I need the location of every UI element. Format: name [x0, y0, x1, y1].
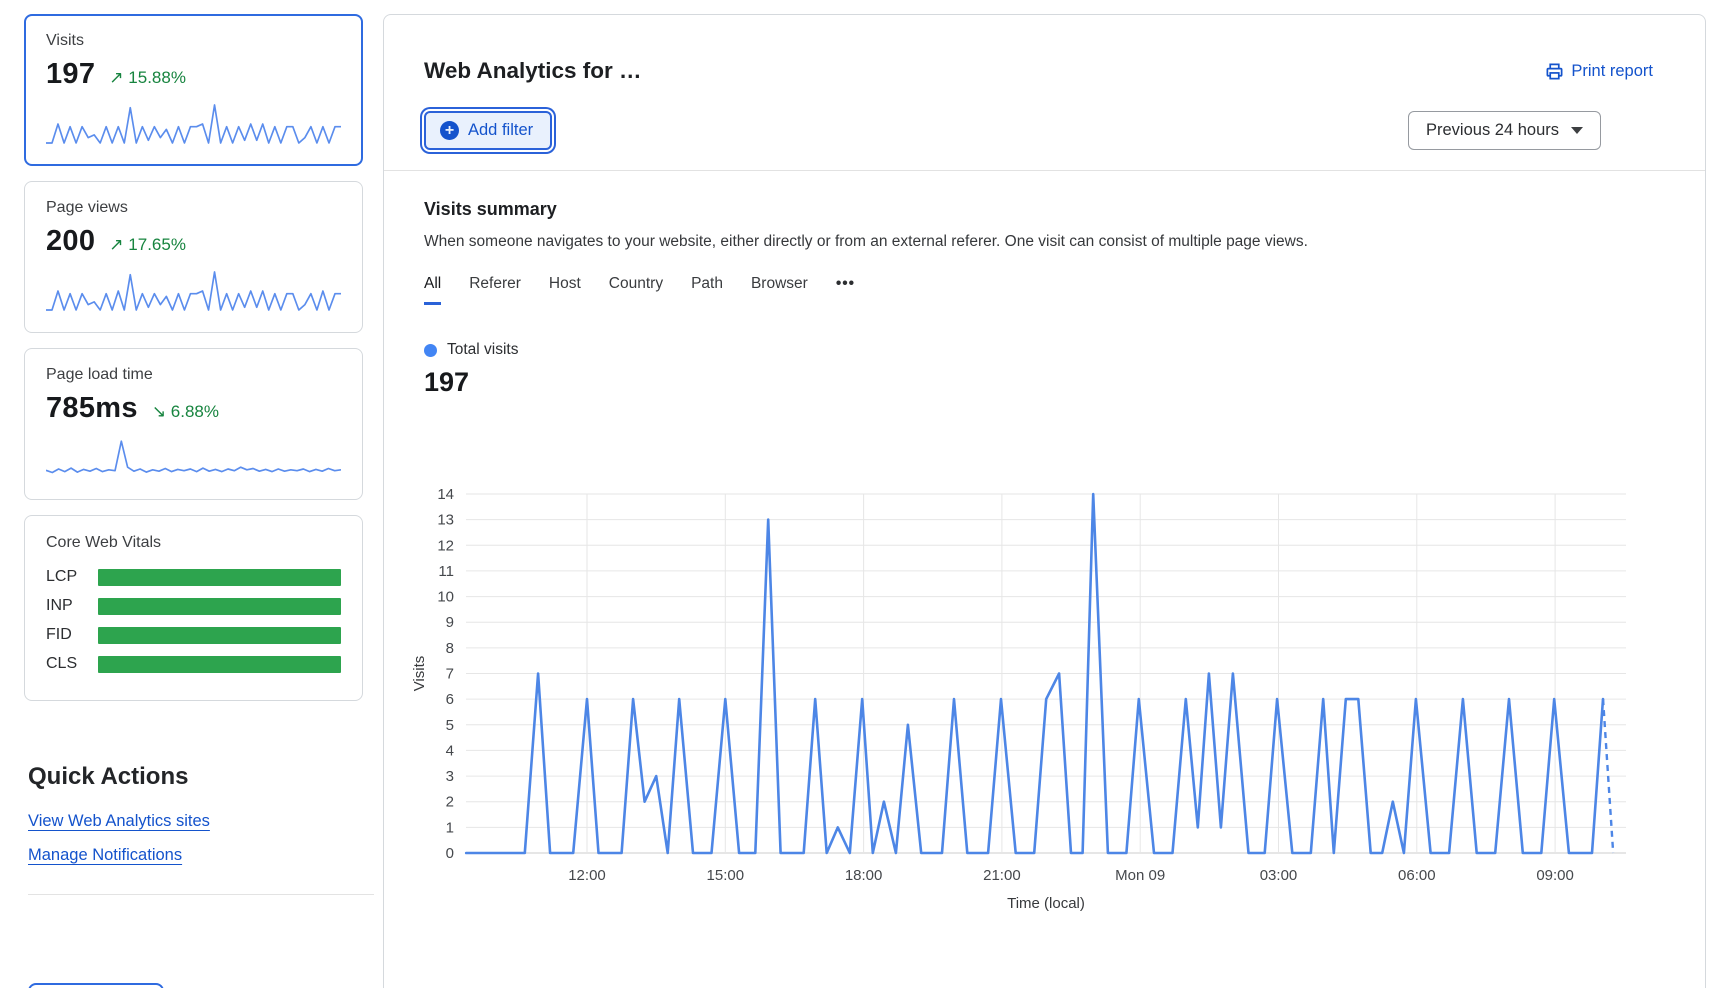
section-description: When someone navigates to your website, …: [424, 233, 1653, 251]
dimension-tabs: All Referer Host Country Path Browser ••…: [424, 275, 1653, 305]
svg-text:12: 12: [437, 537, 454, 554]
svg-text:Visits: Visits: [411, 656, 428, 692]
svg-text:11: 11: [438, 563, 454, 580]
print-report-link[interactable]: Print report: [1545, 62, 1653, 81]
printer-icon: [1545, 62, 1564, 81]
svg-text:5: 5: [446, 717, 454, 734]
web-analytics-dashboard: Visits 197 ↗ 15.88% Page views 200 ↗ 17.…: [0, 0, 1730, 988]
svg-text:6: 6: [446, 691, 454, 708]
chevron-down-icon: [1571, 127, 1583, 134]
view-web-analytics-sites-link[interactable]: View Web Analytics sites: [28, 813, 210, 830]
metric-value: 197: [46, 58, 95, 91]
svg-text:8: 8: [446, 640, 454, 657]
metric-card-visits[interactable]: Visits 197 ↗ 15.88%: [24, 14, 363, 166]
svg-text:03:00: 03:00: [1260, 867, 1298, 884]
cwv-label: FID: [46, 626, 98, 644]
total-visits-dot-icon: [424, 344, 437, 357]
metric-delta-up: ↗ 17.65%: [109, 235, 186, 255]
tab-browser[interactable]: Browser: [751, 275, 808, 305]
trend-up-icon: ↗: [109, 68, 123, 87]
svg-text:12:00: 12:00: [568, 867, 606, 884]
metrics-sidebar: Visits 197 ↗ 15.88% Page views 200 ↗ 17.…: [24, 14, 363, 895]
analytics-panel: Web Analytics for … Print report + Add f…: [383, 14, 1706, 988]
filter-toolbar: + Add filter Previous 24 hours: [424, 111, 1653, 150]
metric-card-page-views[interactable]: Page views 200 ↗ 17.65%: [24, 181, 363, 333]
metric-title: Visits: [46, 32, 341, 50]
metric-card-page-load-time[interactable]: Page load time 785ms ↘ 6.88%: [24, 348, 363, 500]
cwv-bar-good: [98, 656, 341, 673]
metric-delta-up: ↗ 15.88%: [109, 68, 186, 88]
cwv-row-fid: FID: [46, 626, 341, 644]
cwv-row-inp: INP: [46, 597, 341, 615]
svg-text:10: 10: [437, 589, 454, 606]
tab-host[interactable]: Host: [549, 275, 581, 305]
legend-label: Total visits: [447, 341, 519, 359]
svg-text:0: 0: [446, 845, 454, 862]
tab-path[interactable]: Path: [691, 275, 723, 305]
svg-text:06:00: 06:00: [1398, 867, 1436, 884]
svg-text:1: 1: [446, 819, 454, 836]
tab-referer[interactable]: Referer: [469, 275, 521, 305]
svg-text:15:00: 15:00: [707, 867, 745, 884]
next-card-top-edge: [28, 983, 164, 988]
more-tabs-icon[interactable]: •••: [836, 275, 855, 305]
svg-text:Time (local): Time (local): [1007, 895, 1085, 912]
svg-text:21:00: 21:00: [983, 867, 1021, 884]
chart-container: 0123456789101112131412:0015:0018:0021:00…: [404, 416, 1653, 916]
metric-delta-down: ↘ 6.88%: [152, 402, 219, 422]
svg-text:3: 3: [446, 768, 454, 785]
visits-summary-section: Visits summary When someone navigates to…: [384, 171, 1705, 916]
visits-sparkline: [46, 101, 341, 145]
add-filter-button[interactable]: + Add filter: [424, 111, 552, 150]
svg-text:14: 14: [437, 486, 454, 503]
metric-value: 785ms: [46, 392, 138, 425]
page-views-sparkline: [46, 268, 341, 312]
sidebar-divider: [28, 894, 374, 895]
svg-text:Mon 09: Mon 09: [1115, 867, 1165, 884]
svg-text:9: 9: [446, 614, 454, 631]
cwv-bar-good: [98, 598, 341, 615]
chart-legend: Total visits: [424, 341, 1653, 359]
trend-down-icon: ↘: [152, 402, 166, 421]
manage-notifications-link[interactable]: Manage Notifications: [28, 847, 182, 864]
svg-text:4: 4: [446, 742, 454, 759]
time-range-dropdown[interactable]: Previous 24 hours: [1408, 111, 1601, 150]
svg-text:13: 13: [437, 512, 454, 529]
core-web-vitals-card: Core Web Vitals LCP INP FID CLS: [24, 515, 363, 701]
trend-up-icon: ↗: [109, 235, 123, 254]
svg-text:2: 2: [446, 794, 454, 811]
cwv-label: LCP: [46, 568, 98, 586]
tab-country[interactable]: Country: [609, 275, 663, 305]
cwv-row-lcp: LCP: [46, 568, 341, 586]
cwv-label: INP: [46, 597, 98, 615]
cwv-bar-good: [98, 627, 341, 644]
svg-text:18:00: 18:00: [845, 867, 883, 884]
quick-actions-title: Quick Actions: [28, 763, 363, 791]
svg-text:09:00: 09:00: [1536, 867, 1574, 884]
svg-text:7: 7: [446, 666, 454, 683]
visits-time-series-chart: 0123456789101112131412:0015:0018:0021:00…: [404, 416, 1654, 916]
section-title: Visits summary: [424, 199, 1653, 220]
cwv-row-cls: CLS: [46, 655, 341, 673]
metric-title: Page views: [46, 199, 341, 217]
total-visits-value: 197: [424, 367, 1653, 398]
plus-circle-icon: +: [440, 121, 459, 140]
cwv-bar-good: [98, 569, 341, 586]
metric-value: 200: [46, 225, 95, 258]
tab-all[interactable]: All: [424, 275, 441, 305]
panel-header: Web Analytics for … Print report + Add f…: [384, 15, 1705, 171]
quick-actions-section: Quick Actions View Web Analytics sites M…: [24, 763, 363, 895]
cwv-label: CLS: [46, 655, 98, 673]
page-title: Web Analytics for …: [424, 45, 1653, 84]
page-load-sparkline: [46, 435, 341, 479]
core-web-vitals-title: Core Web Vitals: [46, 534, 341, 552]
metric-title: Page load time: [46, 366, 341, 384]
